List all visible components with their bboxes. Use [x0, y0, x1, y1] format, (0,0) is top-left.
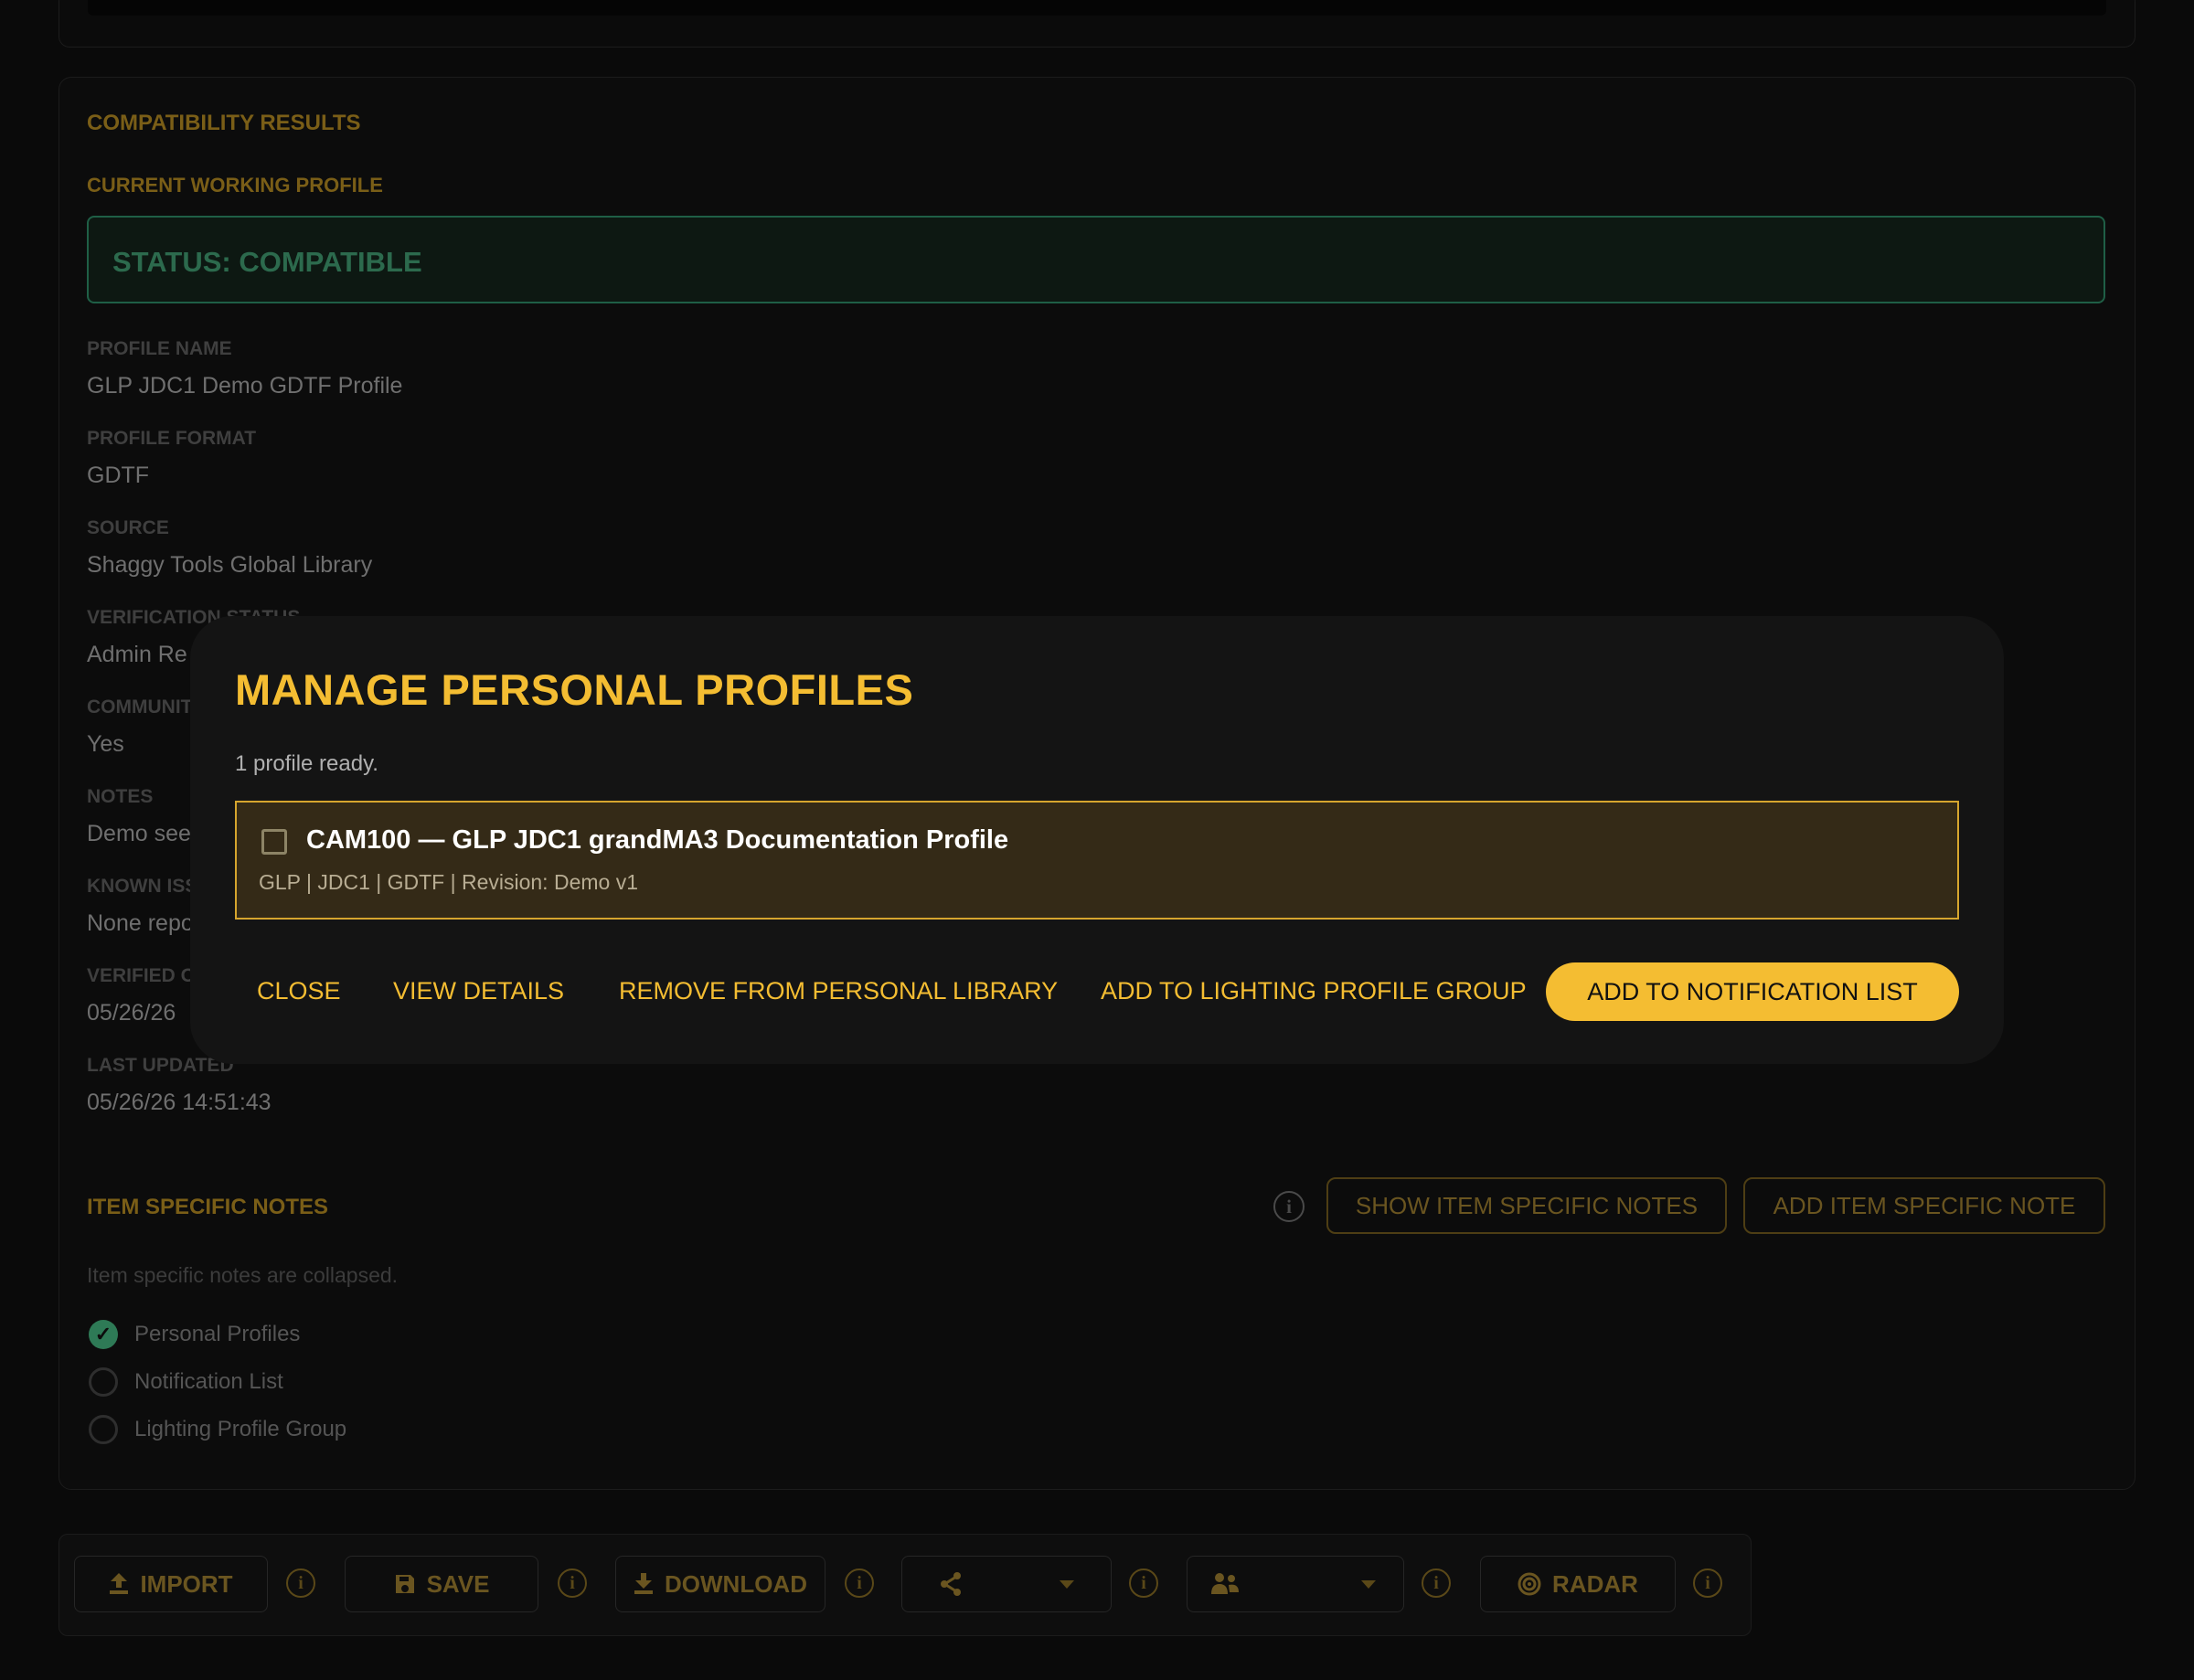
radar-icon [1518, 1572, 1541, 1596]
field-value: GDTF [87, 463, 150, 488]
empty-circle-icon [89, 1415, 118, 1444]
field-value: None repo [87, 910, 194, 936]
field-value: Demo see [87, 821, 191, 846]
profile-meta: GLP | JDC1 | GDTF | Revision: Demo v1 [259, 870, 638, 894]
upload-icon [110, 1573, 129, 1594]
save-button[interactable]: SAVE [345, 1556, 538, 1612]
field-value: Shaggy Tools Global Library [87, 552, 373, 578]
info-icon[interactable]: i [1422, 1568, 1451, 1598]
info-icon[interactable]: i [845, 1568, 874, 1598]
import-button[interactable]: IMPORT [74, 1556, 268, 1612]
checklist-label: Notification List [134, 1369, 283, 1394]
field-value: 05/26/26 [87, 1000, 176, 1026]
empty-circle-icon [89, 1367, 118, 1397]
profile-card[interactable]: CAM100 — GLP JDC1 grandMA3 Documentation… [235, 801, 1959, 920]
notes-collapsed-hint: Item specific notes are collapsed. [87, 1263, 399, 1287]
dialog-title: MANAGE PERSONAL PROFILES [235, 665, 914, 714]
field-value: Yes [87, 731, 124, 757]
chevron-down-icon [1060, 1579, 1074, 1589]
download-icon [634, 1573, 653, 1594]
item-notes-title: ITEM SPECIFIC NOTES [87, 1195, 329, 1219]
field-label: VERIFIED O [87, 965, 197, 986]
share-dropdown[interactable] [901, 1556, 1112, 1612]
show-item-notes-button[interactable]: SHOW ITEM SPECIFIC NOTES [1326, 1177, 1727, 1234]
status-box: STATUS: COMPATIBLE [87, 216, 2105, 303]
view-details-button[interactable]: VIEW DETAILS [393, 977, 564, 1005]
remove-from-library-button[interactable]: REMOVE FROM PERSONAL LIBRARY [619, 977, 1058, 1005]
info-icon[interactable]: i [1273, 1191, 1305, 1222]
field-label: SOURCE [87, 517, 169, 538]
add-item-note-button[interactable]: ADD ITEM SPECIFIC NOTE [1743, 1177, 2105, 1234]
share-icon [941, 1572, 961, 1596]
field-value: Admin Re [87, 642, 187, 667]
status-text: STATUS: COMPATIBLE [112, 246, 422, 278]
field-value: 05/26/26 14:51:43 [87, 1090, 272, 1115]
field-label: PROFILE NAME [87, 338, 232, 359]
user-group-dropdown[interactable] [1187, 1556, 1404, 1612]
current-profile-label: CURRENT WORKING PROFILE [87, 174, 383, 197]
users-icon [1211, 1573, 1239, 1594]
section-title: COMPATIBILITY RESULTS [87, 111, 361, 135]
top-panel [59, 0, 2135, 48]
profile-checkbox[interactable] [261, 829, 287, 855]
radar-label: RADAR [1552, 1569, 1638, 1598]
dialog-subtitle: 1 profile ready. [235, 751, 378, 776]
save-label: SAVE [426, 1569, 490, 1598]
profile-title: CAM100 — GLP JDC1 grandMA3 Documentation… [306, 825, 1009, 855]
field-label: NOTES [87, 786, 154, 807]
field-value: GLP JDC1 Demo GDTF Profile [87, 373, 403, 399]
info-icon[interactable]: i [1129, 1568, 1158, 1598]
checklist-item: Notification List [89, 1367, 283, 1397]
checklist-item: ✓ Personal Profiles [89, 1320, 300, 1349]
check-circle-icon: ✓ [89, 1320, 118, 1349]
field-label: PROFILE FORMAT [87, 428, 257, 449]
checklist-item: Lighting Profile Group [89, 1415, 346, 1444]
field-label: COMMUNIT [87, 696, 193, 718]
radar-button[interactable]: RADAR [1480, 1556, 1676, 1612]
add-to-notification-button[interactable]: ADD TO NOTIFICATION LIST [1546, 962, 1959, 1021]
download-label: DOWNLOAD [665, 1569, 807, 1598]
checklist-label: Personal Profiles [134, 1322, 301, 1346]
field-label: KNOWN ISS [87, 876, 198, 897]
add-to-group-button[interactable]: ADD TO LIGHTING PROFILE GROUP [1101, 977, 1527, 1005]
info-icon[interactable]: i [558, 1568, 587, 1598]
chevron-down-icon [1361, 1579, 1376, 1589]
close-button[interactable]: CLOSE [257, 977, 341, 1005]
download-button[interactable]: DOWNLOAD [615, 1556, 825, 1612]
import-label: IMPORT [140, 1569, 233, 1598]
checklist-label: Lighting Profile Group [134, 1417, 347, 1441]
floppy-icon [395, 1575, 414, 1593]
info-icon[interactable]: i [286, 1568, 315, 1598]
info-icon[interactable]: i [1693, 1568, 1722, 1598]
